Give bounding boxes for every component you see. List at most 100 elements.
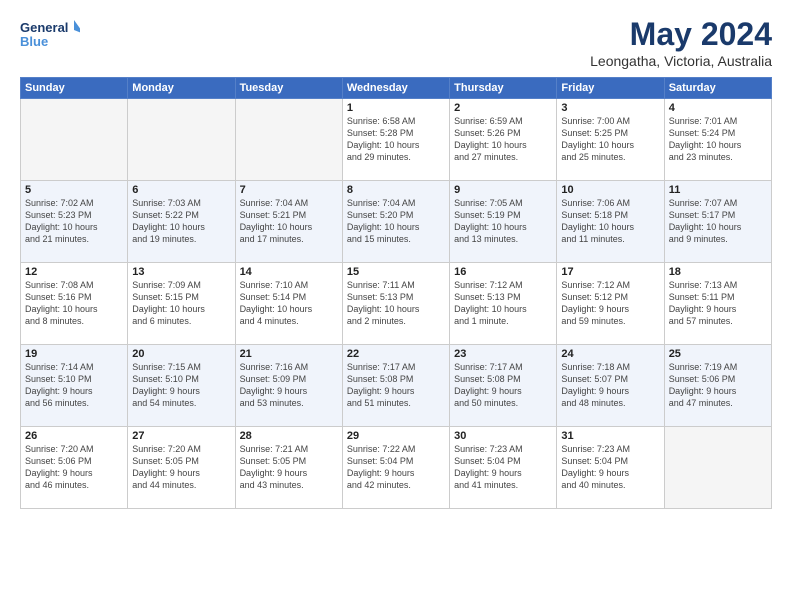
day-info: Sunrise: 7:14 AMSunset: 5:10 PMDaylight:…	[25, 361, 123, 410]
day-info: Sunrise: 7:12 AMSunset: 5:13 PMDaylight:…	[454, 279, 552, 328]
day-info: Sunrise: 7:09 AMSunset: 5:15 PMDaylight:…	[132, 279, 230, 328]
calendar-cell: 19Sunrise: 7:14 AMSunset: 5:10 PMDayligh…	[21, 345, 128, 427]
calendar-cell: 18Sunrise: 7:13 AMSunset: 5:11 PMDayligh…	[664, 263, 771, 345]
day-info: Sunrise: 6:59 AMSunset: 5:26 PMDaylight:…	[454, 115, 552, 164]
day-info: Sunrise: 7:16 AMSunset: 5:09 PMDaylight:…	[240, 361, 338, 410]
day-number: 9	[454, 184, 552, 196]
weekday-header-friday: Friday	[557, 78, 664, 99]
day-number: 4	[669, 102, 767, 114]
day-info: Sunrise: 7:17 AMSunset: 5:08 PMDaylight:…	[454, 361, 552, 410]
calendar-cell: 2Sunrise: 6:59 AMSunset: 5:26 PMDaylight…	[450, 99, 557, 181]
svg-text:General: General	[20, 20, 68, 35]
day-number: 11	[669, 184, 767, 196]
day-info: Sunrise: 6:58 AMSunset: 5:28 PMDaylight:…	[347, 115, 445, 164]
day-number: 22	[347, 348, 445, 360]
day-info: Sunrise: 7:04 AMSunset: 5:21 PMDaylight:…	[240, 197, 338, 246]
day-number: 27	[132, 430, 230, 442]
header: General Blue May 2024 Leongatha, Victori…	[20, 16, 772, 69]
day-number: 6	[132, 184, 230, 196]
calendar-cell	[21, 99, 128, 181]
weekday-header-wednesday: Wednesday	[342, 78, 449, 99]
calendar-cell: 24Sunrise: 7:18 AMSunset: 5:07 PMDayligh…	[557, 345, 664, 427]
day-info: Sunrise: 7:23 AMSunset: 5:04 PMDaylight:…	[454, 443, 552, 492]
calendar-week-1: 1Sunrise: 6:58 AMSunset: 5:28 PMDaylight…	[21, 99, 772, 181]
day-info: Sunrise: 7:06 AMSunset: 5:18 PMDaylight:…	[561, 197, 659, 246]
weekday-header-thursday: Thursday	[450, 78, 557, 99]
day-number: 14	[240, 266, 338, 278]
calendar-cell: 30Sunrise: 7:23 AMSunset: 5:04 PMDayligh…	[450, 427, 557, 509]
day-number: 12	[25, 266, 123, 278]
day-info: Sunrise: 7:02 AMSunset: 5:23 PMDaylight:…	[25, 197, 123, 246]
calendar-cell: 23Sunrise: 7:17 AMSunset: 5:08 PMDayligh…	[450, 345, 557, 427]
calendar-cell: 27Sunrise: 7:20 AMSunset: 5:05 PMDayligh…	[128, 427, 235, 509]
calendar-cell: 20Sunrise: 7:15 AMSunset: 5:10 PMDayligh…	[128, 345, 235, 427]
day-info: Sunrise: 7:10 AMSunset: 5:14 PMDaylight:…	[240, 279, 338, 328]
calendar-cell	[235, 99, 342, 181]
logo: General Blue	[20, 16, 80, 56]
day-info: Sunrise: 7:05 AMSunset: 5:19 PMDaylight:…	[454, 197, 552, 246]
weekday-header-sunday: Sunday	[21, 78, 128, 99]
calendar-cell: 16Sunrise: 7:12 AMSunset: 5:13 PMDayligh…	[450, 263, 557, 345]
day-number: 19	[25, 348, 123, 360]
day-info: Sunrise: 7:17 AMSunset: 5:08 PMDaylight:…	[347, 361, 445, 410]
weekday-header-monday: Monday	[128, 78, 235, 99]
day-info: Sunrise: 7:22 AMSunset: 5:04 PMDaylight:…	[347, 443, 445, 492]
calendar-week-5: 26Sunrise: 7:20 AMSunset: 5:06 PMDayligh…	[21, 427, 772, 509]
day-number: 7	[240, 184, 338, 196]
weekday-header-row: SundayMondayTuesdayWednesdayThursdayFrid…	[21, 78, 772, 99]
day-number: 24	[561, 348, 659, 360]
svg-text:Blue: Blue	[20, 34, 48, 49]
calendar-cell: 13Sunrise: 7:09 AMSunset: 5:15 PMDayligh…	[128, 263, 235, 345]
day-info: Sunrise: 7:20 AMSunset: 5:05 PMDaylight:…	[132, 443, 230, 492]
day-number: 2	[454, 102, 552, 114]
day-number: 8	[347, 184, 445, 196]
title-block: May 2024 Leongatha, Victoria, Australia	[590, 16, 772, 69]
day-info: Sunrise: 7:00 AMSunset: 5:25 PMDaylight:…	[561, 115, 659, 164]
calendar-week-4: 19Sunrise: 7:14 AMSunset: 5:10 PMDayligh…	[21, 345, 772, 427]
day-number: 23	[454, 348, 552, 360]
weekday-header-saturday: Saturday	[664, 78, 771, 99]
calendar-cell: 6Sunrise: 7:03 AMSunset: 5:22 PMDaylight…	[128, 181, 235, 263]
day-number: 13	[132, 266, 230, 278]
calendar-cell: 31Sunrise: 7:23 AMSunset: 5:04 PMDayligh…	[557, 427, 664, 509]
day-info: Sunrise: 7:07 AMSunset: 5:17 PMDaylight:…	[669, 197, 767, 246]
day-info: Sunrise: 7:04 AMSunset: 5:20 PMDaylight:…	[347, 197, 445, 246]
day-number: 5	[25, 184, 123, 196]
calendar-cell: 8Sunrise: 7:04 AMSunset: 5:20 PMDaylight…	[342, 181, 449, 263]
day-info: Sunrise: 7:03 AMSunset: 5:22 PMDaylight:…	[132, 197, 230, 246]
calendar-cell: 25Sunrise: 7:19 AMSunset: 5:06 PMDayligh…	[664, 345, 771, 427]
calendar-cell: 11Sunrise: 7:07 AMSunset: 5:17 PMDayligh…	[664, 181, 771, 263]
calendar-cell: 1Sunrise: 6:58 AMSunset: 5:28 PMDaylight…	[342, 99, 449, 181]
calendar-cell	[128, 99, 235, 181]
day-info: Sunrise: 7:01 AMSunset: 5:24 PMDaylight:…	[669, 115, 767, 164]
day-number: 15	[347, 266, 445, 278]
day-number: 28	[240, 430, 338, 442]
day-info: Sunrise: 7:12 AMSunset: 5:12 PMDaylight:…	[561, 279, 659, 328]
day-info: Sunrise: 7:15 AMSunset: 5:10 PMDaylight:…	[132, 361, 230, 410]
day-number: 18	[669, 266, 767, 278]
weekday-header-tuesday: Tuesday	[235, 78, 342, 99]
day-number: 20	[132, 348, 230, 360]
calendar-cell: 5Sunrise: 7:02 AMSunset: 5:23 PMDaylight…	[21, 181, 128, 263]
day-number: 30	[454, 430, 552, 442]
calendar-cell: 4Sunrise: 7:01 AMSunset: 5:24 PMDaylight…	[664, 99, 771, 181]
day-number: 3	[561, 102, 659, 114]
day-info: Sunrise: 7:08 AMSunset: 5:16 PMDaylight:…	[25, 279, 123, 328]
calendar-cell: 26Sunrise: 7:20 AMSunset: 5:06 PMDayligh…	[21, 427, 128, 509]
day-info: Sunrise: 7:13 AMSunset: 5:11 PMDaylight:…	[669, 279, 767, 328]
calendar-cell: 28Sunrise: 7:21 AMSunset: 5:05 PMDayligh…	[235, 427, 342, 509]
calendar-table: SundayMondayTuesdayWednesdayThursdayFrid…	[20, 77, 772, 509]
calendar-cell: 10Sunrise: 7:06 AMSunset: 5:18 PMDayligh…	[557, 181, 664, 263]
calendar-cell: 15Sunrise: 7:11 AMSunset: 5:13 PMDayligh…	[342, 263, 449, 345]
calendar-cell: 12Sunrise: 7:08 AMSunset: 5:16 PMDayligh…	[21, 263, 128, 345]
day-number: 1	[347, 102, 445, 114]
day-number: 25	[669, 348, 767, 360]
calendar-cell: 7Sunrise: 7:04 AMSunset: 5:21 PMDaylight…	[235, 181, 342, 263]
calendar-cell: 9Sunrise: 7:05 AMSunset: 5:19 PMDaylight…	[450, 181, 557, 263]
day-number: 31	[561, 430, 659, 442]
subtitle: Leongatha, Victoria, Australia	[590, 53, 772, 69]
calendar-cell: 17Sunrise: 7:12 AMSunset: 5:12 PMDayligh…	[557, 263, 664, 345]
day-info: Sunrise: 7:21 AMSunset: 5:05 PMDaylight:…	[240, 443, 338, 492]
calendar-week-3: 12Sunrise: 7:08 AMSunset: 5:16 PMDayligh…	[21, 263, 772, 345]
day-number: 29	[347, 430, 445, 442]
